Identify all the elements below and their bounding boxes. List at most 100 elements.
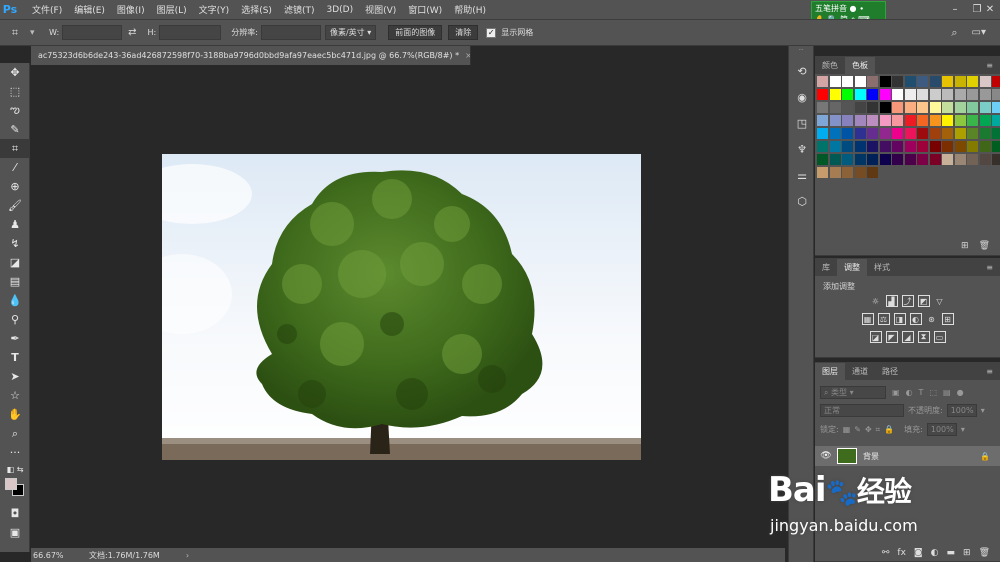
screen-mode-icon[interactable]: ▣ bbox=[0, 523, 30, 542]
color-swatch[interactable] bbox=[867, 89, 878, 100]
color-swatch[interactable] bbox=[992, 154, 1000, 165]
color-lookup-icon[interactable]: ⊞ bbox=[941, 313, 954, 325]
color-swatch[interactable] bbox=[992, 102, 1000, 113]
color-swatch[interactable] bbox=[867, 102, 878, 113]
new-layer-icon[interactable]: ⊞ bbox=[963, 548, 971, 558]
color-swatch[interactable] bbox=[979, 128, 991, 139]
lock-position-icon[interactable]: ✥ bbox=[865, 425, 872, 434]
blend-mode-select[interactable]: 正常 bbox=[820, 404, 904, 417]
color-swatch[interactable] bbox=[867, 167, 878, 178]
color-swatch[interactable] bbox=[817, 102, 828, 113]
vibrance-icon[interactable]: ▽ bbox=[934, 295, 946, 307]
color-swatch[interactable] bbox=[967, 102, 978, 113]
color-swatch[interactable] bbox=[929, 141, 941, 152]
color-swatch[interactable] bbox=[954, 154, 966, 165]
type-tool-icon[interactable]: T bbox=[0, 348, 30, 367]
tab-layers[interactable]: 图层 bbox=[815, 363, 845, 380]
color-swatch[interactable] bbox=[979, 115, 991, 126]
status-menu-icon[interactable]: › bbox=[186, 551, 189, 560]
color-swatch[interactable] bbox=[854, 128, 866, 139]
color-swatch[interactable] bbox=[979, 89, 991, 100]
color-swatch[interactable] bbox=[954, 115, 966, 126]
color-swatch[interactable] bbox=[917, 141, 928, 152]
color-swatch[interactable] bbox=[904, 76, 916, 87]
front-image-button[interactable]: 前面的图像 bbox=[388, 25, 443, 40]
path-selection-tool-icon[interactable]: ➤ bbox=[0, 367, 30, 386]
color-swatch[interactable] bbox=[842, 128, 853, 139]
color-swatch[interactable] bbox=[942, 154, 953, 165]
menu-help[interactable]: 帮助(H) bbox=[448, 3, 492, 16]
filter-toggle-icon[interactable]: ● bbox=[957, 388, 964, 397]
color-swatch[interactable] bbox=[879, 76, 891, 87]
color-swatch[interactable] bbox=[892, 128, 903, 139]
3d-panel-icon[interactable]: ⬡ bbox=[789, 188, 815, 214]
layer-row-background[interactable]: 👁 背景 🔒 bbox=[815, 446, 1000, 466]
zoom-level[interactable]: 66.67% bbox=[33, 551, 89, 560]
channel-mixer-icon[interactable]: ⊛ bbox=[926, 313, 938, 325]
color-swatch[interactable] bbox=[817, 128, 828, 139]
new-adjustment-layer-icon[interactable]: ◐ bbox=[931, 548, 939, 558]
color-swatch[interactable] bbox=[942, 115, 953, 126]
color-swatch[interactable] bbox=[842, 141, 853, 152]
color-swatch[interactable] bbox=[892, 76, 903, 87]
marquee-tool-icon[interactable]: ⬚ bbox=[0, 82, 30, 101]
clone-stamp-tool-icon[interactable]: ♟ bbox=[0, 215, 30, 234]
tab-paths[interactable]: 路径 bbox=[875, 363, 905, 380]
color-swatch[interactable] bbox=[817, 154, 828, 165]
color-swatch[interactable] bbox=[829, 89, 841, 100]
filter-type-icon[interactable]: T bbox=[919, 388, 924, 397]
color-swatch[interactable] bbox=[942, 89, 953, 100]
filter-adjustment-icon[interactable]: ◐ bbox=[906, 388, 913, 397]
color-swatch[interactable] bbox=[892, 141, 903, 152]
minimize-icon[interactable]: – bbox=[944, 0, 966, 19]
swap-colors-icon[interactable]: ◧ ⇆ bbox=[0, 462, 30, 476]
zoom-tool-icon[interactable]: ⌕ bbox=[0, 424, 30, 443]
menu-view[interactable]: 视图(V) bbox=[359, 3, 402, 16]
lasso-tool-icon[interactable]: ఌ bbox=[0, 101, 30, 120]
gradient-tool-icon[interactable]: ▤ bbox=[0, 272, 30, 291]
menu-edit[interactable]: 编辑(E) bbox=[68, 3, 111, 16]
color-swatch[interactable] bbox=[842, 167, 853, 178]
adjustments-menu-icon[interactable]: ≡ bbox=[979, 259, 1000, 276]
add-mask-icon[interactable]: ◙ bbox=[914, 548, 923, 558]
color-swatch[interactable] bbox=[817, 141, 828, 152]
posterize-icon[interactable]: ◤ bbox=[885, 331, 898, 343]
color-swatch[interactable] bbox=[854, 89, 866, 100]
color-swatch[interactable] bbox=[904, 102, 916, 113]
color-swatch[interactable] bbox=[842, 89, 853, 100]
hue-saturation-icon[interactable]: ▦ bbox=[861, 313, 874, 325]
delete-swatch-icon[interactable]: 🗑 bbox=[979, 241, 990, 251]
color-swatch[interactable] bbox=[879, 154, 891, 165]
lock-artboard-icon[interactable]: ⌗ bbox=[876, 425, 881, 435]
color-swatch[interactable] bbox=[817, 167, 828, 178]
search-icon[interactable]: ⌕ bbox=[951, 26, 957, 40]
color-swatch[interactable] bbox=[867, 128, 878, 139]
brush-tool-icon[interactable]: 🖌 bbox=[0, 196, 30, 215]
color-swatch[interactable] bbox=[879, 128, 891, 139]
document-canvas[interactable] bbox=[162, 154, 641, 460]
move-tool-icon[interactable]: ✥ bbox=[0, 63, 30, 82]
color-swatch[interactable] bbox=[854, 115, 866, 126]
layer-filter-select[interactable]: ⌕ 类型 ▾ bbox=[820, 386, 886, 399]
lock-all-icon[interactable]: 🔒 bbox=[884, 425, 894, 434]
color-swatch[interactable] bbox=[929, 154, 941, 165]
curves-icon[interactable]: ⤴ bbox=[901, 295, 914, 307]
brightness-contrast-icon[interactable]: ☼ bbox=[870, 295, 882, 307]
more-tools-icon[interactable]: ··· bbox=[0, 443, 30, 462]
menu-file[interactable]: 文件(F) bbox=[26, 3, 68, 16]
color-swatch[interactable] bbox=[892, 89, 903, 100]
color-swatch[interactable] bbox=[992, 128, 1000, 139]
dodge-tool-icon[interactable]: ⚲ bbox=[0, 310, 30, 329]
shape-tool-icon[interactable]: ☆ bbox=[0, 386, 30, 405]
color-swatch[interactable] bbox=[967, 89, 978, 100]
color-swatch[interactable] bbox=[817, 115, 828, 126]
color-swatch[interactable] bbox=[867, 76, 878, 87]
color-swatch[interactable] bbox=[842, 115, 853, 126]
quick-selection-tool-icon[interactable]: ✎ bbox=[0, 120, 30, 139]
color-swatch[interactable] bbox=[829, 76, 841, 87]
workspace-icon[interactable]: ▭▾ bbox=[972, 27, 986, 38]
color-swatch[interactable] bbox=[867, 141, 878, 152]
color-swatch[interactable] bbox=[829, 115, 841, 126]
pen-tool-icon[interactable]: ✒ bbox=[0, 329, 30, 348]
color-swatch[interactable] bbox=[829, 167, 841, 178]
